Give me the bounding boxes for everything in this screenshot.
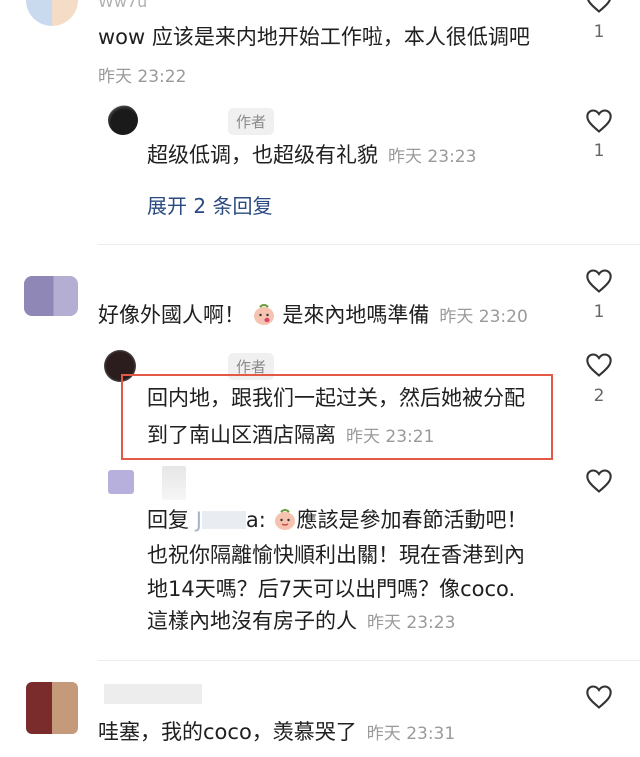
expand-replies-link[interactable]: 展开 2 条回复 bbox=[147, 190, 272, 219]
reply-text-line2: 到了南山区酒店隔离 昨天 23:21 bbox=[147, 420, 434, 452]
like-count: 1 bbox=[593, 302, 605, 322]
like-heart-icon[interactable] bbox=[585, 352, 613, 382]
reply-timestamp: 昨天 23:23 bbox=[388, 147, 477, 167]
reply-timestamp: 昨天 23:23 bbox=[367, 613, 456, 633]
comment-body: 哇塞，我的coco，羡慕哭了 bbox=[98, 720, 357, 744]
reply2-line4: 這樣內地沒有房子的人 昨天 23:23 bbox=[147, 606, 455, 638]
peach-face-emoji-icon bbox=[252, 302, 276, 334]
like-count: 1 bbox=[593, 141, 605, 161]
reply-mention-end: a: bbox=[245, 508, 266, 532]
username-placeholder bbox=[162, 466, 186, 500]
comment-text: 哇塞，我的coco，羡慕哭了 昨天 23:31 bbox=[98, 717, 455, 749]
like-heart-icon[interactable] bbox=[585, 468, 613, 498]
reply-prefix: 回复 bbox=[147, 508, 189, 532]
comment-timestamp: 昨天 23:20 bbox=[439, 307, 528, 327]
like-heart-icon[interactable] bbox=[585, 0, 613, 18]
comment-author-name[interactable]: Ww7u bbox=[98, 0, 147, 11]
mention-blur bbox=[201, 511, 246, 529]
comment-body: 好像外國人啊！ bbox=[98, 303, 245, 327]
reply-body: 超级低调，也超级有礼貌 bbox=[147, 143, 378, 167]
like-heart-icon[interactable] bbox=[585, 684, 613, 714]
reply2-body-end: 這樣內地沒有房子的人 bbox=[147, 609, 357, 633]
reply-mention[interactable]: Ja: bbox=[196, 508, 266, 532]
like-heart-icon[interactable] bbox=[585, 268, 613, 298]
like-count: 2 bbox=[593, 386, 605, 406]
avatar[interactable] bbox=[108, 470, 134, 494]
comment-divider bbox=[98, 660, 640, 661]
reply-timestamp: 昨天 23:21 bbox=[346, 427, 435, 447]
username-placeholder bbox=[104, 684, 202, 704]
reply2-line1: 回复 Ja: 應該是參加春節活動吧！ bbox=[147, 505, 528, 539]
reply2-line2: 也祝你隔離愉快順利出關！現在香港到內 bbox=[147, 543, 525, 567]
author-badge: 作者 bbox=[228, 108, 275, 135]
comment-text: wow 应该是来内地开始工作啦，本人很低调吧 bbox=[98, 25, 530, 49]
avatar[interactable] bbox=[24, 276, 78, 316]
reply-text-line1: 回内地，跟我们一起过关，然后她被分配 bbox=[147, 386, 525, 410]
reply2-line3: 地14天嗎？后7天可以出門嗎？像coco. bbox=[147, 577, 516, 601]
avatar[interactable] bbox=[26, 682, 78, 734]
avatar[interactable] bbox=[108, 105, 138, 135]
comment-timestamp: 昨天 23:22 bbox=[98, 67, 187, 87]
reply-body: 到了南山区酒店隔离 bbox=[147, 423, 336, 447]
like-heart-icon[interactable] bbox=[585, 108, 613, 138]
peach-face-emoji-icon bbox=[273, 507, 297, 539]
reply2-body: 應該是參加春節活動吧！ bbox=[296, 508, 528, 532]
comment-body-continued: 是來內地嗎準備 bbox=[282, 303, 430, 327]
comment-divider bbox=[98, 244, 640, 245]
comment-text: 好像外國人啊！ 是來內地嗎準備 昨天 23:20 bbox=[98, 300, 528, 334]
reply-text: 超级低调，也超级有礼貌 昨天 23:23 bbox=[147, 140, 476, 172]
like-count: 1 bbox=[593, 22, 605, 42]
avatar[interactable] bbox=[26, 0, 78, 26]
comment-timestamp: 昨天 23:31 bbox=[366, 724, 456, 744]
